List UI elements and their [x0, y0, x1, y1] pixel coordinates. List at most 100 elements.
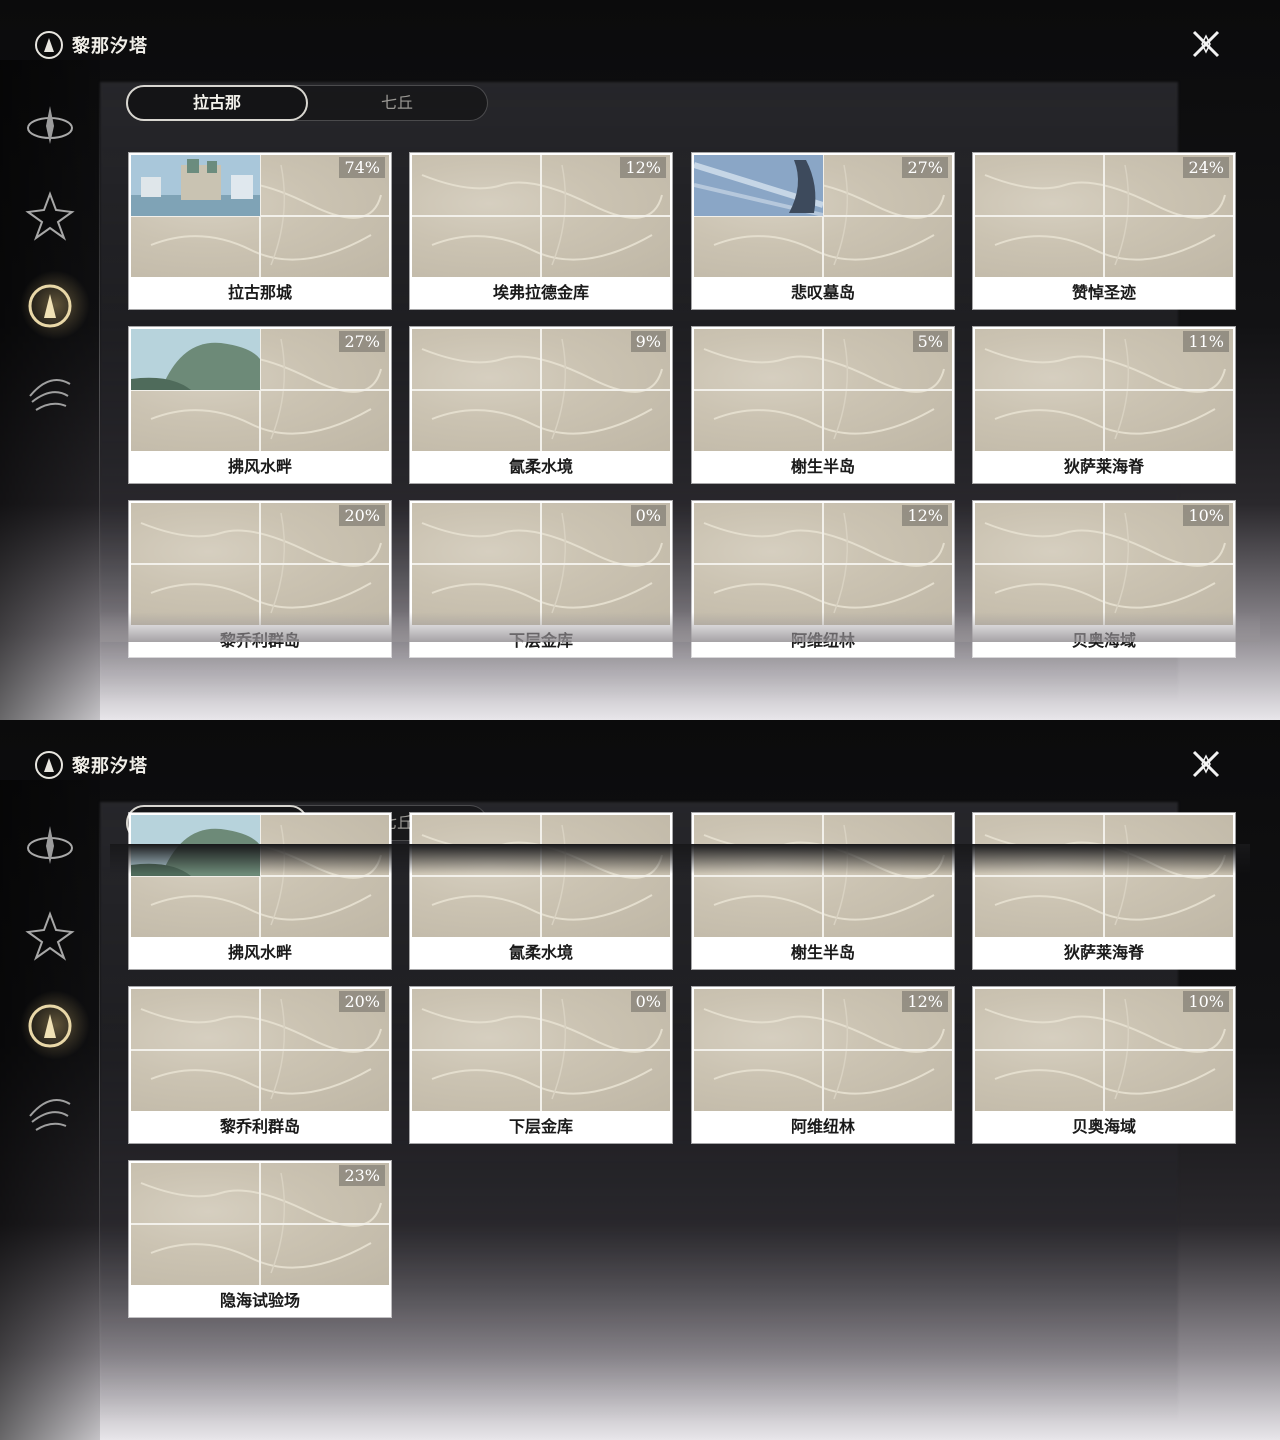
region-crest-icon[interactable] — [22, 998, 78, 1054]
area-map — [131, 815, 389, 937]
area-card[interactable]: 74% 拉古那城 — [129, 153, 391, 309]
scroll-fade — [100, 612, 1260, 642]
wing-emblem-icon[interactable] — [22, 366, 78, 422]
area-map: 9% — [412, 329, 670, 451]
area-card[interactable]: 12% 阿维纽林 — [692, 987, 954, 1143]
area-card[interactable]: 拂风水畔 — [129, 813, 391, 969]
exploration-percent: 20% — [339, 505, 385, 526]
star-emblem-icon[interactable] — [22, 188, 78, 244]
exploration-percent: 9% — [630, 331, 666, 352]
exploration-percent: 12% — [902, 505, 948, 526]
area-map: 5% — [694, 329, 952, 451]
area-name: 下层金库 — [508, 1117, 573, 1136]
area-map: 27% — [131, 329, 389, 451]
region-logo-icon — [35, 751, 63, 779]
star-emblem-icon[interactable] — [22, 908, 78, 964]
area-map — [412, 815, 670, 937]
area-card[interactable]: 24% 赞悼圣迹 — [973, 153, 1235, 309]
area-name: 氤柔水境 — [508, 943, 573, 962]
area-name: 悲叹墓岛 — [790, 283, 855, 302]
area-map: 24% — [975, 155, 1233, 277]
area-card[interactable]: 氤柔水境 — [410, 813, 672, 969]
area-card[interactable]: 23% 隐海试验场 — [129, 1161, 391, 1317]
area-name: 拉古那城 — [227, 283, 292, 302]
exploration-percent: 24% — [1183, 157, 1229, 178]
area-name: 拂风水畔 — [227, 943, 292, 962]
header: 黎那汐塔 — [34, 30, 148, 60]
wing-emblem-icon[interactable] — [22, 1086, 78, 1142]
area-name: 阿维纽林 — [790, 1117, 855, 1136]
area-name: 埃弗拉德金库 — [492, 283, 589, 302]
exploration-percent: 10% — [1183, 505, 1229, 526]
area-map — [975, 815, 1233, 937]
area-map: 74% — [131, 155, 389, 277]
area-map: 11% — [975, 329, 1233, 451]
emblem-icon[interactable] — [22, 818, 78, 874]
area-card[interactable]: 0% 下层金库 — [410, 987, 672, 1143]
area-map: 10% — [975, 503, 1233, 625]
area-card[interactable]: 10% 贝奥海域 — [973, 987, 1235, 1143]
panel-bottom: 黎那汐塔 拉古那 七丘 拂风水畔氤柔水境榭生半岛狄萨莱海脊20%黎乔利群岛0%下… — [0, 720, 1280, 1440]
area-card[interactable]: 狄萨莱海脊 — [973, 813, 1235, 969]
region-tabs: 拉古那 七丘 — [126, 85, 488, 121]
sidebar-divider — [99, 80, 100, 680]
area-name: 拂风水畔 — [227, 457, 292, 476]
exploration-percent: 12% — [620, 157, 666, 178]
exploration-percent: 27% — [902, 157, 948, 178]
area-card[interactable]: 27% 拂风水畔 — [129, 327, 391, 483]
map-grid — [694, 815, 952, 937]
area-map: 20% — [131, 989, 389, 1111]
tab-laguna[interactable]: 拉古那 — [126, 85, 308, 121]
area-name: 黎乔利群岛 — [219, 1117, 300, 1136]
close-icon[interactable] — [1186, 744, 1226, 784]
area-name: 榭生半岛 — [790, 457, 855, 476]
area-map — [694, 815, 952, 937]
area-card[interactable]: 5% 榭生半岛 — [692, 327, 954, 483]
area-card[interactable]: 9% 氤柔水境 — [410, 327, 672, 483]
exploration-percent: 74% — [339, 157, 385, 178]
area-card[interactable]: 11% 狄萨莱海脊 — [973, 327, 1235, 483]
island-image — [694, 155, 823, 216]
area-map: 0% — [412, 989, 670, 1111]
scroll-fade — [110, 844, 1250, 874]
area-map: 10% — [975, 989, 1233, 1111]
area-card[interactable]: 榭生半岛 — [692, 813, 954, 969]
tab-seven-hills[interactable]: 七丘 — [307, 86, 487, 120]
city-image — [131, 155, 260, 216]
area-card[interactable]: 12% 埃弗拉德金库 — [410, 153, 672, 309]
area-card[interactable]: 27% 悲叹墓岛 — [692, 153, 954, 309]
area-card[interactable]: 20% 黎乔利群岛 — [129, 987, 391, 1143]
close-icon[interactable] — [1186, 24, 1226, 64]
area-name: 狄萨莱海脊 — [1063, 943, 1144, 962]
region-crest-icon[interactable] — [22, 278, 78, 334]
shore-image — [131, 329, 260, 390]
exploration-percent: 10% — [1183, 991, 1229, 1012]
sidebar-divider — [99, 800, 100, 1400]
area-name: 隐海试验场 — [219, 1291, 300, 1310]
area-name: 狄萨莱海脊 — [1063, 457, 1144, 476]
area-map: 12% — [412, 155, 670, 277]
area-name: 榭生半岛 — [790, 943, 855, 962]
map-grid — [975, 815, 1233, 937]
page-title: 黎那汐塔 — [72, 36, 148, 57]
area-map: 20% — [131, 503, 389, 625]
map-grid — [412, 815, 670, 937]
exploration-percent: 0% — [630, 991, 666, 1012]
exploration-percent: 11% — [1183, 331, 1229, 352]
exploration-percent: 23% — [339, 1165, 385, 1186]
exploration-percent: 5% — [912, 331, 948, 352]
exploration-percent: 0% — [630, 505, 666, 526]
exploration-percent: 12% — [902, 991, 948, 1012]
emblem-icon[interactable] — [22, 98, 78, 154]
area-name: 赞悼圣迹 — [1071, 283, 1136, 302]
area-name: 贝奥海域 — [1071, 1117, 1136, 1136]
area-map: 23% — [131, 1163, 389, 1285]
page-title: 黎那汐塔 — [72, 756, 148, 777]
exploration-percent: 20% — [339, 991, 385, 1012]
area-map: 12% — [694, 503, 952, 625]
exploration-percent: 27% — [339, 331, 385, 352]
area-map: 12% — [694, 989, 952, 1111]
header: 黎那汐塔 — [34, 750, 148, 780]
area-map: 27% — [694, 155, 952, 277]
panel-top: 黎那汐塔 拉古那 七丘 74% 拉古那城 12% 埃弗拉德金库 27% 悲叹墓岛 24% 赞悼… — [0, 0, 1280, 720]
